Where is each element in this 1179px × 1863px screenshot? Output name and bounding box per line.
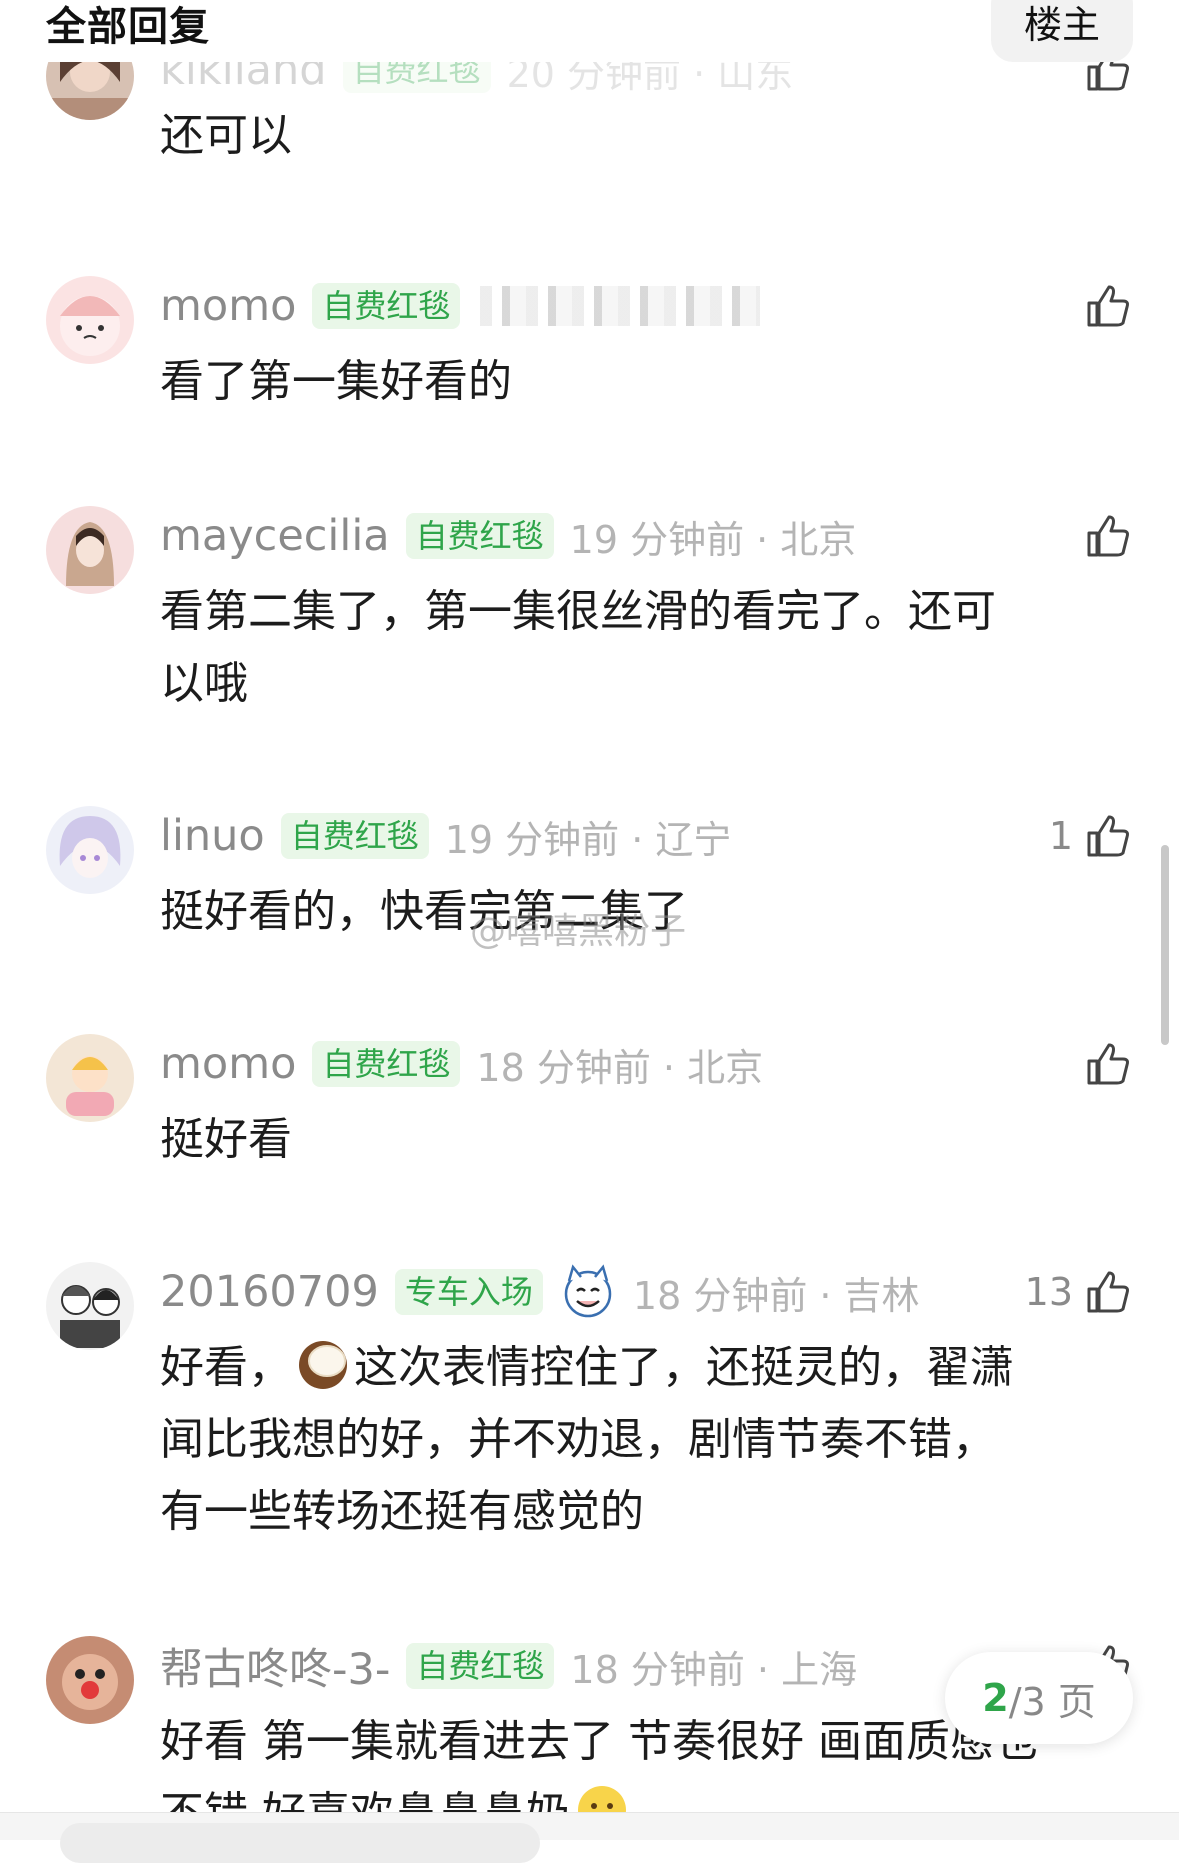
like-count: 1 [1048, 814, 1073, 858]
thumbs-up-icon [1087, 285, 1129, 327]
username[interactable]: maycecilia [160, 511, 390, 561]
total-pages: /3 页 [1008, 1679, 1096, 1724]
current-page: 2 [982, 1676, 1009, 1720]
avatar[interactable] [46, 1262, 134, 1350]
watermark: @嘻嘻黑粉子 [470, 911, 687, 952]
like-button[interactable]: 1 [1049, 806, 1133, 866]
comment-meta: linuo 自费红毯 19 分钟前 · 辽宁 [160, 806, 731, 866]
comment-text-segment: 这次表情控住了，还挺灵的，翟潇 [354, 1342, 1014, 1393]
user-badge: 自费红毯 [312, 1041, 461, 1087]
comment-text-line: 有一些转场还挺有感觉的 [160, 1486, 644, 1537]
thumbs-up-icon [1087, 1043, 1129, 1085]
username[interactable]: 20160709 [160, 1267, 379, 1317]
comment-time-location: 19 分钟前 · 辽宁 [444, 817, 732, 862]
avatar[interactable] [46, 1034, 134, 1122]
comment-time-location: 18 分钟前 · 吉林 [632, 1273, 920, 1318]
comment-meta: 帮古咚咚-3- 自费红毯 18 分钟前 · 上海 [160, 1636, 857, 1696]
avatar[interactable] [46, 276, 134, 364]
username[interactable]: momo [160, 1039, 296, 1089]
coconut-emoji [299, 1341, 347, 1389]
comment-text-line: 闻比我想的好，并不劝退，剧情节奏不错， [160, 1414, 996, 1465]
username[interactable]: linuo [160, 811, 265, 861]
comment-text-line: 看第二集了，第一集很丝滑的看完了。还可 [160, 586, 996, 637]
comment-time-location: 18 分钟前 · 北京 [476, 1045, 764, 1090]
like-button[interactable] [1083, 506, 1133, 566]
comment-meta: momo 自费红毯 [160, 276, 761, 336]
bottom-input-bar [0, 1812, 1179, 1863]
comment-text: 看了第一集好看的 [160, 356, 512, 407]
thumbs-up-icon [1087, 815, 1129, 857]
user-badge: 自费红毯 [406, 1643, 555, 1689]
like-button[interactable] [1083, 1034, 1133, 1094]
comment-time-location: 19 分钟前 · 北京 [569, 517, 857, 562]
cat-sticker-icon [564, 1264, 612, 1318]
avatar[interactable] [46, 806, 134, 894]
like-count: 13 [1024, 1270, 1073, 1314]
thumbs-up-icon [1087, 1271, 1129, 1313]
comment-meta: maycecilia 自费红毯 19 分钟前 · 北京 [160, 506, 856, 566]
avatar[interactable] [46, 1636, 134, 1724]
scrollbar[interactable] [1161, 845, 1169, 1045]
user-badge: 自费红毯 [405, 513, 554, 559]
comment-text-segment: 好看， [160, 1342, 292, 1393]
page-indicator[interactable]: 2/3 页 [945, 1652, 1133, 1744]
thumbs-up-icon [1087, 515, 1129, 557]
user-badge: 专车入场 [394, 1269, 543, 1315]
reply-header: 全部回复 楼主 [0, 0, 1179, 62]
comment-text-line: 好看， 这次表情控住了，还挺灵的，翟潇 [160, 1332, 1120, 1404]
redacted-time-location [480, 286, 761, 326]
header-title: 全部回复 [46, 4, 210, 50]
like-button[interactable] [1083, 276, 1133, 336]
reply-input[interactable] [60, 1823, 540, 1863]
comment-text: 挺好看 [160, 1114, 292, 1165]
username[interactable]: momo [160, 281, 296, 331]
user-badge: 自费红毯 [312, 283, 461, 329]
comment-text: 还可以 [160, 110, 292, 161]
comment-text: 好看， 这次表情控住了，还挺灵的，翟潇 闻比我想的好，并不劝退，剧情节奏不错， 有… [160, 1332, 1120, 1548]
comment-text-line: 以哦 [160, 658, 248, 709]
comment-time-location: 18 分钟前 · 上海 [570, 1647, 858, 1692]
comment-meta: 20160709 专车入场 18 分钟前 · 吉林 [160, 1262, 920, 1322]
comment-meta: momo 自费红毯 18 分钟前 · 北京 [160, 1034, 763, 1094]
like-button[interactable]: 13 [1025, 1262, 1133, 1322]
comment-text: 看第二集了，第一集很丝滑的看完了。还可 以哦 [160, 576, 1120, 720]
user-badge: 自费红毯 [280, 813, 429, 859]
avatar[interactable] [46, 506, 134, 594]
username[interactable]: 帮古咚咚-3- [160, 1635, 390, 1697]
op-only-filter-button[interactable]: 楼主 [991, 0, 1133, 62]
